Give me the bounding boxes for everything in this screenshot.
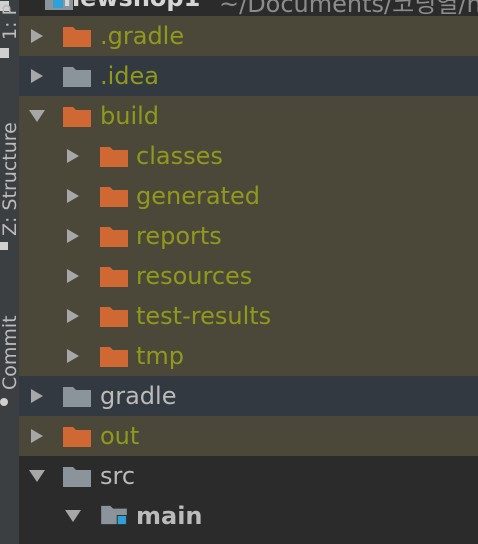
chevron-right-icon[interactable] bbox=[67, 149, 79, 163]
tree-item-label: gradle bbox=[100, 382, 177, 410]
tree-item-label: test-results bbox=[136, 302, 272, 330]
chevron-right-icon[interactable] bbox=[31, 69, 43, 83]
tree-item-label: generated bbox=[136, 182, 260, 210]
tree-row-idea[interactable]: .idea bbox=[19, 56, 478, 96]
tree-row-resources[interactable]: resources bbox=[19, 256, 478, 296]
chevron-right-icon[interactable] bbox=[67, 229, 79, 243]
chevron-right-icon[interactable] bbox=[67, 269, 79, 283]
tree-row-src[interactable]: src bbox=[19, 456, 478, 496]
chevron-down-icon[interactable] bbox=[65, 510, 81, 522]
structure-tab[interactable]: Z: Structure bbox=[0, 106, 19, 236]
tree-item-label: .gradle bbox=[100, 22, 185, 50]
tree-row-gradle[interactable]: gradle bbox=[19, 376, 478, 416]
folder-icon bbox=[100, 307, 128, 327]
tool-window-sidebar: 1: P Z: Structure Commit bbox=[0, 0, 20, 544]
tree-item-label: resources bbox=[136, 262, 253, 290]
folder-icon bbox=[63, 27, 91, 47]
chevron-down-icon[interactable] bbox=[29, 110, 45, 122]
tree-row-main[interactable]: main bbox=[19, 496, 478, 536]
tree-item-label: build bbox=[100, 102, 160, 130]
folder-icon bbox=[100, 187, 128, 207]
tree-item-label: main bbox=[136, 502, 203, 530]
folder-icon bbox=[100, 147, 128, 167]
tree-row-reports[interactable]: reports bbox=[19, 216, 478, 256]
chevron-down-icon[interactable] bbox=[29, 470, 45, 482]
folder-icon bbox=[100, 227, 128, 247]
tree-item-label: tmp bbox=[136, 342, 185, 370]
tree-item-label: out bbox=[100, 422, 140, 450]
project-tab-icon bbox=[0, 48, 9, 58]
chevron-right-icon[interactable] bbox=[31, 429, 43, 443]
chevron-right-icon[interactable] bbox=[67, 189, 79, 203]
tree-item-label: classes bbox=[136, 142, 223, 170]
chevron-right-icon[interactable] bbox=[31, 389, 43, 403]
source-folder-icon bbox=[101, 505, 127, 526]
chevron-right-icon[interactable] bbox=[67, 349, 79, 363]
structure-icon bbox=[0, 242, 8, 250]
folder-icon bbox=[63, 107, 91, 127]
commit-tab[interactable]: Commit bbox=[0, 300, 19, 390]
tree-item-label: .idea bbox=[100, 62, 160, 90]
tree-row-gradle-cache[interactable]: .gradle bbox=[19, 16, 478, 56]
project-root-row[interactable]: newshop1 ~/Documents/코딩열/ne bbox=[19, 0, 478, 18]
tree-row-classes[interactable]: classes bbox=[19, 136, 478, 176]
tree-row-generated[interactable]: generated bbox=[19, 176, 478, 216]
tree-row-test-results[interactable]: test-results bbox=[19, 296, 478, 336]
tree-row-build[interactable]: build bbox=[19, 96, 478, 136]
folder-icon bbox=[63, 387, 91, 407]
folder-icon bbox=[100, 347, 128, 367]
tree-item-label: src bbox=[100, 462, 136, 490]
project-tree: newshop1 ~/Documents/코딩열/ne .gradle .ide… bbox=[19, 0, 478, 544]
folder-icon bbox=[100, 267, 128, 287]
project-name: newshop1 bbox=[63, 0, 200, 12]
chevron-right-icon[interactable] bbox=[67, 309, 79, 323]
tree-row-tmp[interactable]: tmp bbox=[19, 336, 478, 376]
commit-icon bbox=[0, 398, 8, 406]
tree-item-label: reports bbox=[136, 222, 222, 250]
folder-icon bbox=[63, 467, 91, 487]
chevron-right-icon[interactable] bbox=[31, 29, 43, 43]
folder-icon bbox=[63, 427, 91, 447]
project-tab[interactable]: 1: P bbox=[0, 4, 19, 40]
folder-icon bbox=[63, 67, 91, 87]
tree-row-out[interactable]: out bbox=[19, 416, 478, 456]
